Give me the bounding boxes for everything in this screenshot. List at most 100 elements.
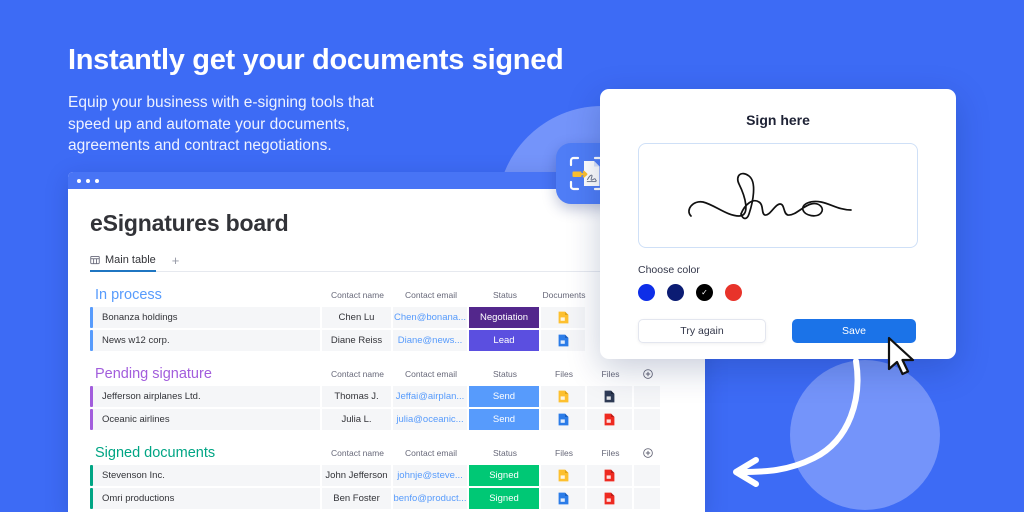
table-row[interactable]: Jefferson airplanes Ltd. Thomas J. Jeffai@…	[90, 386, 705, 407]
file-pdf-icon	[604, 413, 615, 426]
color-swatch-black[interactable]: ✓	[696, 284, 713, 301]
status-badge[interactable]: Signed	[469, 465, 541, 486]
status-badge[interactable]: Send	[469, 409, 541, 430]
status-badge[interactable]: Lead	[469, 330, 541, 351]
row-file-cell[interactable]	[587, 409, 634, 430]
row-item-name[interactable]: Oceanic airlines	[93, 409, 322, 430]
row-item-name[interactable]: Stevenson Inc.	[93, 465, 322, 486]
row-contact-email[interactable]: Jeffai@airplan...	[393, 386, 469, 407]
choose-color-label: Choose color	[638, 264, 700, 276]
file-yellow-icon	[558, 311, 569, 324]
file-blue-icon	[558, 413, 569, 426]
row-file-cell[interactable]	[541, 307, 587, 328]
add-column-button[interactable]	[634, 448, 662, 458]
color-swatch-list: ✓	[638, 284, 918, 301]
tab-label: Main table	[105, 254, 156, 266]
color-swatch-bright-blue[interactable]	[638, 284, 655, 301]
row-contact-email[interactable]: julia@oceanic...	[393, 409, 469, 430]
column-header[interactable]: Files	[587, 369, 634, 379]
check-icon: ✓	[701, 287, 708, 297]
signature-actions: Try again Save	[638, 319, 918, 343]
add-column-icon[interactable]	[643, 448, 653, 458]
row-contact-email[interactable]: Chen@bonana...	[393, 307, 469, 328]
row-file-cell[interactable]	[541, 465, 587, 486]
row-contact-name[interactable]: Ben Foster	[322, 488, 393, 509]
curved-arrow	[733, 358, 861, 487]
table-row[interactable]: Omri productions Ben Foster benfo@product.…	[90, 488, 705, 509]
tab-main-table[interactable]: Main table	[90, 254, 156, 272]
column-header[interactable]: Contact email	[393, 369, 469, 379]
window-dot-3	[95, 178, 99, 183]
row-item-name[interactable]: Bonanza holdings	[93, 307, 322, 328]
signature-card: Sign here Choose color ✓ Try again Save	[600, 89, 956, 359]
row-contact-email[interactable]: Diane@news...	[393, 330, 469, 351]
row-item-name[interactable]: Omri productions	[93, 488, 322, 509]
group-header: Signed documents Contact name Contact emai…	[90, 443, 705, 463]
column-header[interactable]: Status	[469, 290, 541, 300]
status-badge[interactable]: Negotiation	[469, 307, 541, 328]
column-header[interactable]: Contact name	[322, 448, 393, 458]
column-header[interactable]: Contact email	[393, 448, 469, 458]
file-pdf-icon	[604, 492, 615, 505]
file-yellow-icon	[558, 469, 569, 482]
row-contact-name[interactable]: Diane Reiss	[322, 330, 393, 351]
row-contact-email[interactable]: johnje@steve...	[393, 465, 469, 486]
row-file-cell[interactable]	[587, 465, 634, 486]
row-item-name[interactable]: Jefferson airplanes Ltd.	[93, 386, 322, 407]
row-empty-cell	[634, 386, 662, 407]
subtitle-line-3: agreements and contract negotiations.	[68, 137, 332, 154]
column-header[interactable]: Status	[469, 448, 541, 458]
status-badge[interactable]: Send	[469, 386, 541, 407]
row-file-cell[interactable]	[541, 409, 587, 430]
signature-card-title: Sign here	[746, 112, 810, 128]
file-blue-icon	[558, 492, 569, 505]
column-header[interactable]: Files	[541, 448, 587, 458]
table-row[interactable]: Oceanic airlines Julia L. julia@oceanic...…	[90, 409, 705, 430]
column-header[interactable]: Documents	[541, 290, 587, 300]
row-file-cell[interactable]	[541, 330, 587, 351]
row-empty-cell	[634, 465, 662, 486]
row-contact-name[interactable]: Chen Lu	[322, 307, 393, 328]
color-swatch-navy[interactable]	[667, 284, 684, 301]
add-column-icon[interactable]	[643, 369, 653, 379]
row-contact-email[interactable]: benfo@product...	[393, 488, 469, 509]
promo-banner: Instantly get your documents signed Equi…	[0, 0, 1024, 512]
column-header[interactable]: Contact name	[322, 369, 393, 379]
status-badge[interactable]: Signed	[469, 488, 541, 509]
color-swatch-red[interactable]	[725, 284, 742, 301]
add-column-button[interactable]	[634, 369, 662, 379]
window-dot-2	[86, 178, 90, 183]
row-file-cell[interactable]	[587, 488, 634, 509]
column-header[interactable]: Files	[587, 448, 634, 458]
signature-pad[interactable]	[638, 143, 918, 248]
row-file-cell[interactable]	[587, 386, 634, 407]
subtitle-line-1: Equip your business with e-signing tools…	[68, 94, 374, 111]
group-header: Pending signature Contact name Contact ema…	[90, 364, 705, 384]
row-empty-cell	[634, 488, 662, 509]
row-contact-name[interactable]: Thomas J.	[322, 386, 393, 407]
column-header[interactable]: Status	[469, 369, 541, 379]
file-pdf-icon	[604, 469, 615, 482]
file-blue-icon	[558, 334, 569, 347]
signature-stroke	[688, 172, 852, 220]
group-title: Pending signature	[95, 366, 212, 382]
row-contact-name[interactable]: John Jefferson	[322, 465, 393, 486]
file-dark-icon	[604, 390, 615, 403]
column-header[interactable]: Contact email	[393, 290, 469, 300]
row-item-name[interactable]: News w12 corp.	[93, 330, 322, 351]
add-tab-button[interactable]: +	[172, 254, 180, 271]
board-group: Pending signature Contact name Contact ema…	[90, 364, 705, 430]
group-title: In process	[95, 287, 162, 303]
row-contact-name[interactable]: Julia L.	[322, 409, 393, 430]
table-icon	[90, 255, 100, 265]
column-header[interactable]: Contact name	[322, 290, 393, 300]
try-again-button[interactable]: Try again	[638, 319, 766, 343]
window-dot-1	[77, 178, 81, 183]
table-row[interactable]: Stevenson Inc. John Jefferson johnje@steve…	[90, 465, 705, 486]
mouse-cursor	[887, 336, 915, 376]
page-title: Instantly get your documents signed	[68, 44, 564, 76]
row-file-cell[interactable]	[541, 488, 587, 509]
column-header[interactable]: Files	[541, 369, 587, 379]
row-file-cell[interactable]	[541, 386, 587, 407]
board-group: Signed documents Contact name Contact emai…	[90, 443, 705, 509]
